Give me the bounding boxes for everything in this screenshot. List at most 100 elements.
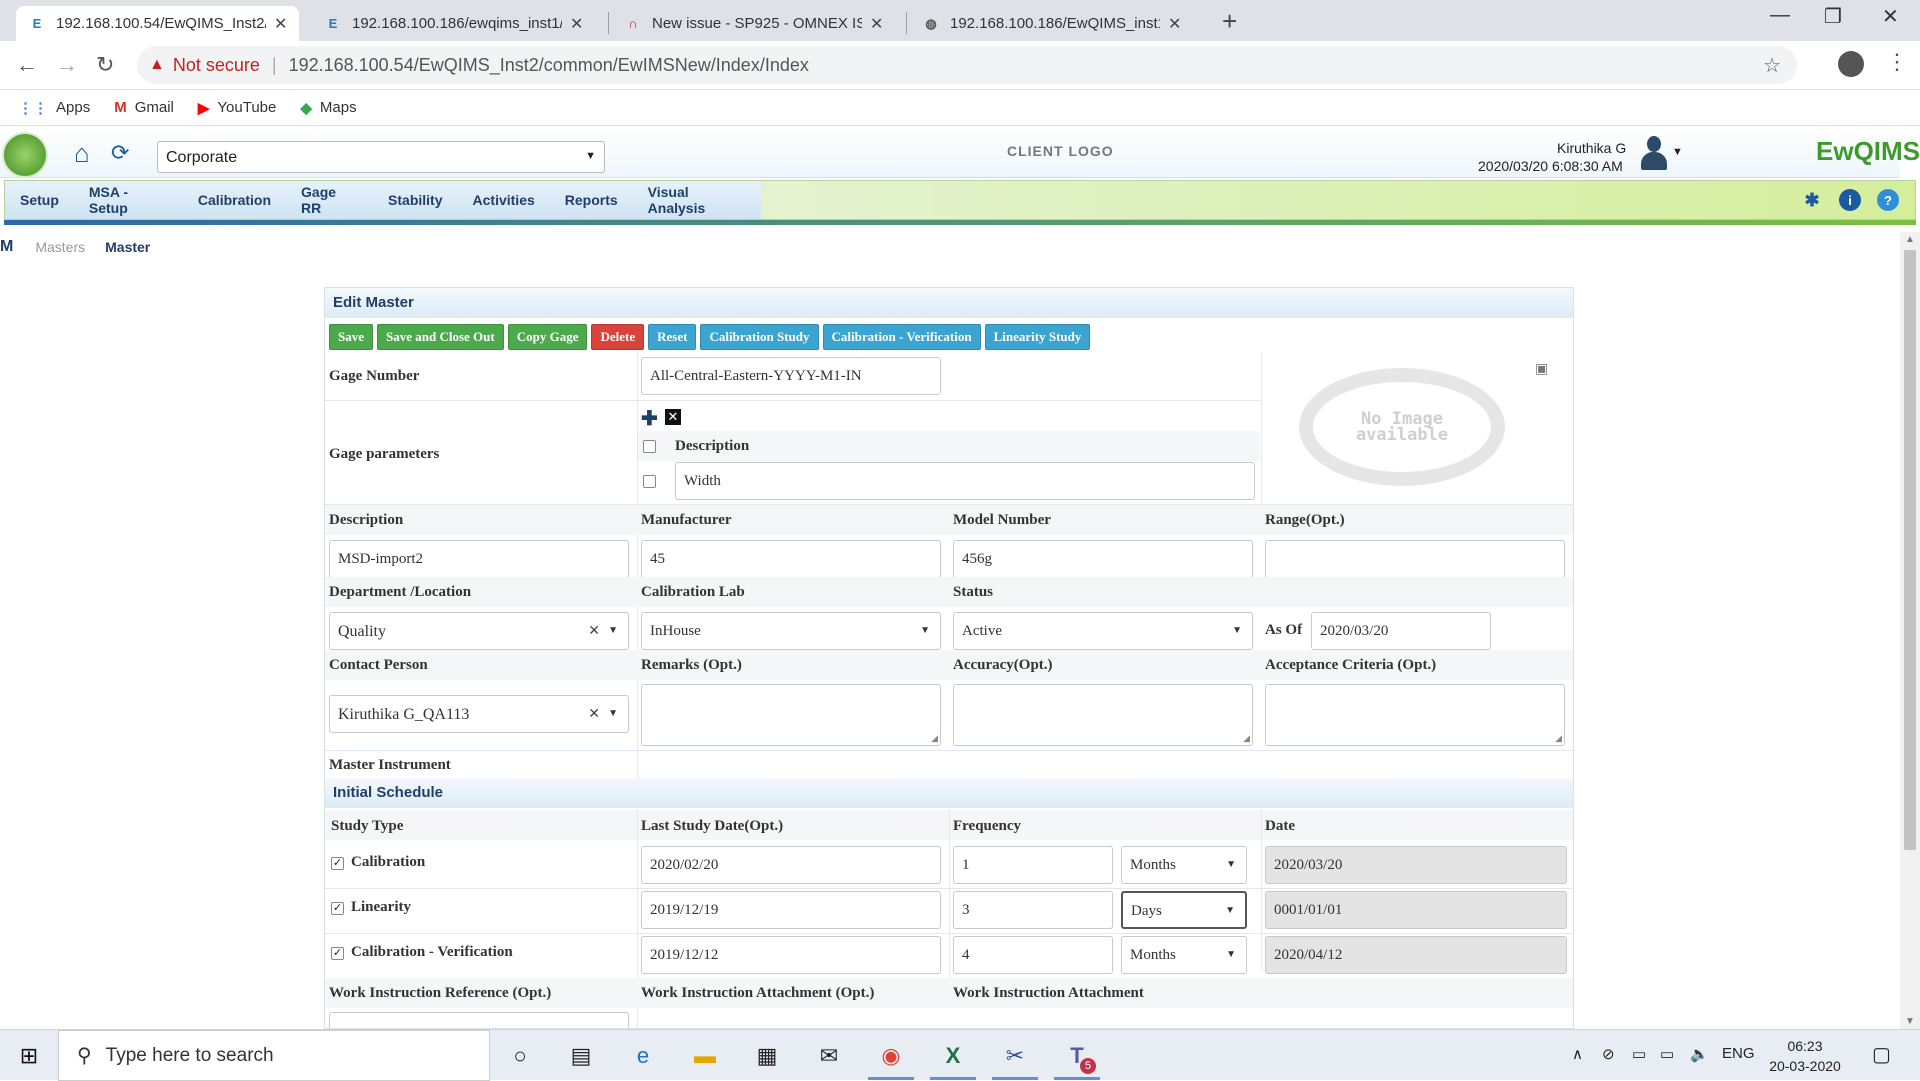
verification-frequency-unit-select[interactable]: Months ▼	[1121, 936, 1247, 974]
app-logo-icon[interactable]	[2, 132, 48, 178]
manufacturer-input[interactable]: 45	[641, 540, 941, 578]
linearity-study-button[interactable]: Linearity Study	[984, 324, 1091, 350]
taskbar-clock[interactable]: 06:23 20-03-2020	[1762, 1036, 1848, 1076]
param-width-input[interactable]: Width	[675, 462, 1255, 500]
delete-button[interactable]: Delete	[591, 324, 645, 350]
snipping-tool-icon[interactable]: ✂	[1000, 1041, 1030, 1071]
gage-number-input[interactable]: All-Central-Eastern-YYYY-M1-IN	[641, 357, 941, 395]
menu-visual-analysis[interactable]: Visual Analysis	[633, 184, 761, 216]
calibration-lab-select[interactable]: InHouse ▼	[641, 612, 941, 650]
calibration-frequency-input[interactable]: 1	[953, 846, 1113, 884]
calibration-frequency-unit-select[interactable]: Months ▼	[1121, 846, 1247, 884]
browser-tab-1[interactable]: E 192.168.100.54/EwQIMS_Inst2/c ✕	[16, 6, 300, 41]
clear-icon[interactable]: ✕	[588, 706, 600, 723]
reset-button[interactable]: Reset	[648, 324, 697, 350]
home-icon[interactable]: ⌂	[74, 138, 90, 169]
browser-tab-4[interactable]: ◍ 192.168.100.186/EwQIMS_inst1/C ✕	[910, 6, 1193, 41]
notifications-icon[interactable]: ▢	[1872, 1042, 1891, 1067]
menu-kebab-icon[interactable]: ⋮	[1886, 49, 1908, 75]
menu-setup[interactable]: Setup	[5, 192, 74, 208]
upload-image-icon[interactable]: ▣	[1535, 360, 1548, 377]
status-select[interactable]: Active ▼	[953, 612, 1253, 650]
taskbar-search[interactable]: ⚲ Type here to search	[58, 1030, 490, 1081]
bookmark-apps[interactable]: ⋮⋮ Apps	[18, 99, 90, 117]
scroll-up-icon[interactable]: ▲	[1905, 234, 1915, 245]
tab-close-icon[interactable]: ✕	[274, 14, 287, 34]
calibration-study-button[interactable]: Calibration Study	[700, 324, 819, 350]
volume-icon[interactable]: 🔈	[1690, 1045, 1709, 1063]
scroll-down-icon[interactable]: ▼	[1905, 1016, 1915, 1027]
bookmark-youtube[interactable]: ▶ YouTube	[198, 99, 277, 117]
mail-icon[interactable]: ✉	[814, 1041, 844, 1071]
tray-chevron-up-icon[interactable]: ∧	[1572, 1045, 1583, 1063]
forward-icon[interactable]: →	[56, 52, 78, 78]
calibration-checkbox[interactable]: ✓	[331, 857, 344, 870]
menu-calibration[interactable]: Calibration	[183, 192, 286, 208]
page-scrollbar[interactable]: ▲ ▼	[1900, 232, 1920, 1029]
tab-close-icon[interactable]: ✕	[570, 14, 583, 34]
breadcrumb-masters[interactable]: Masters	[35, 239, 85, 255]
bookmark-star-icon[interactable]: ☆	[1763, 53, 1781, 78]
address-bar[interactable]: ▲ Not secure | 192.168.100.54/EwQIMS_Ins…	[137, 46, 1797, 84]
tab-close-icon[interactable]: ✕	[870, 14, 883, 34]
acceptance-criteria-textarea[interactable]: ◢	[1265, 684, 1565, 746]
tab-close-icon[interactable]: ✕	[1168, 14, 1181, 34]
reload-icon[interactable]: ↻	[96, 52, 114, 78]
menu-gage-rr[interactable]: Gage RR	[286, 184, 373, 216]
info-icon[interactable]: i	[1839, 189, 1861, 211]
refresh-icon[interactable]: ⟳	[111, 140, 129, 166]
pin-icon[interactable]: ✱	[1801, 189, 1823, 211]
verification-last-date-input[interactable]: 2019/12/12	[641, 936, 941, 974]
cortana-icon[interactable]: ○	[505, 1041, 535, 1071]
remarks-textarea[interactable]: ◢	[641, 684, 941, 746]
excel-icon[interactable]: X	[938, 1041, 968, 1071]
browser-tab-2[interactable]: E 192.168.100.186/ewqims_inst1/C ✕	[312, 6, 595, 41]
department-select[interactable]: Quality ✕ ▼	[329, 612, 629, 650]
back-icon[interactable]: ←	[16, 52, 38, 78]
not-secure-label[interactable]: Not secure	[173, 55, 260, 76]
menu-stability[interactable]: Stability	[373, 192, 457, 208]
avatar-icon[interactable]	[1640, 136, 1668, 172]
help-icon[interactable]: ?	[1877, 189, 1899, 211]
store-icon[interactable]: ▦	[752, 1041, 782, 1071]
windows-start-icon[interactable]: ⊞	[14, 1041, 44, 1071]
linearity-frequency-unit-select[interactable]: Days ▼	[1121, 891, 1247, 929]
verification-frequency-input[interactable]: 4	[953, 936, 1113, 974]
calibration-last-date-input[interactable]: 2020/02/20	[641, 846, 941, 884]
bookmark-maps[interactable]: ◆ Maps	[300, 99, 356, 117]
menu-reports[interactable]: Reports	[550, 192, 633, 208]
user-caret-icon[interactable]: ▼	[1672, 146, 1683, 158]
organization-select[interactable]: Corporate ▼	[157, 141, 605, 173]
url-text[interactable]: 192.168.100.54/EwQIMS_Inst2/common/EwIMS…	[289, 55, 809, 76]
display-icon[interactable]: ▭	[1660, 1045, 1674, 1063]
linearity-last-date-input[interactable]: 2019/12/19	[641, 891, 941, 929]
profile-icon[interactable]	[1838, 51, 1864, 77]
file-explorer-icon[interactable]: ▬	[690, 1041, 720, 1071]
new-tab-icon[interactable]: +	[1222, 6, 1237, 37]
resize-handle-icon[interactable]: ◢	[1555, 733, 1562, 744]
resize-handle-icon[interactable]: ◢	[1243, 733, 1250, 744]
network-off-icon[interactable]: ⊘	[1602, 1045, 1615, 1063]
restore-icon[interactable]: ❐	[1824, 4, 1842, 29]
menu-activities[interactable]: Activities	[458, 192, 550, 208]
accuracy-textarea[interactable]: ◢	[953, 684, 1253, 746]
scrollbar-thumb[interactable]	[1904, 250, 1916, 850]
description-input[interactable]: MSD-import2	[329, 540, 629, 578]
minimize-icon[interactable]: —	[1770, 4, 1790, 27]
add-param-icon[interactable]: ✚	[641, 406, 658, 431]
wi-reference-input[interactable]	[329, 1012, 629, 1028]
delete-param-icon[interactable]: ✕	[665, 409, 681, 425]
linearity-checkbox[interactable]: ✓	[331, 902, 344, 915]
task-view-icon[interactable]: ▤	[566, 1041, 596, 1071]
copy-gage-button[interactable]: Copy Gage	[507, 324, 588, 350]
chrome-icon[interactable]: ◉	[876, 1041, 906, 1071]
param-row-checkbox[interactable]	[643, 475, 656, 488]
save-button[interactable]: Save	[329, 324, 373, 350]
window-close-icon[interactable]: ✕	[1882, 4, 1899, 29]
browser-tab-3[interactable]: ∩ New issue - SP925 - OMNEX ISSU ✕	[612, 6, 895, 41]
as-of-input[interactable]: 2020/03/20	[1311, 612, 1491, 650]
language-indicator[interactable]: ENG	[1722, 1045, 1755, 1062]
range-input[interactable]	[1265, 540, 1565, 578]
battery-icon[interactable]: ▭	[1632, 1045, 1646, 1063]
contact-person-select[interactable]: Kiruthika G_QA113 ✕ ▼	[329, 695, 629, 733]
